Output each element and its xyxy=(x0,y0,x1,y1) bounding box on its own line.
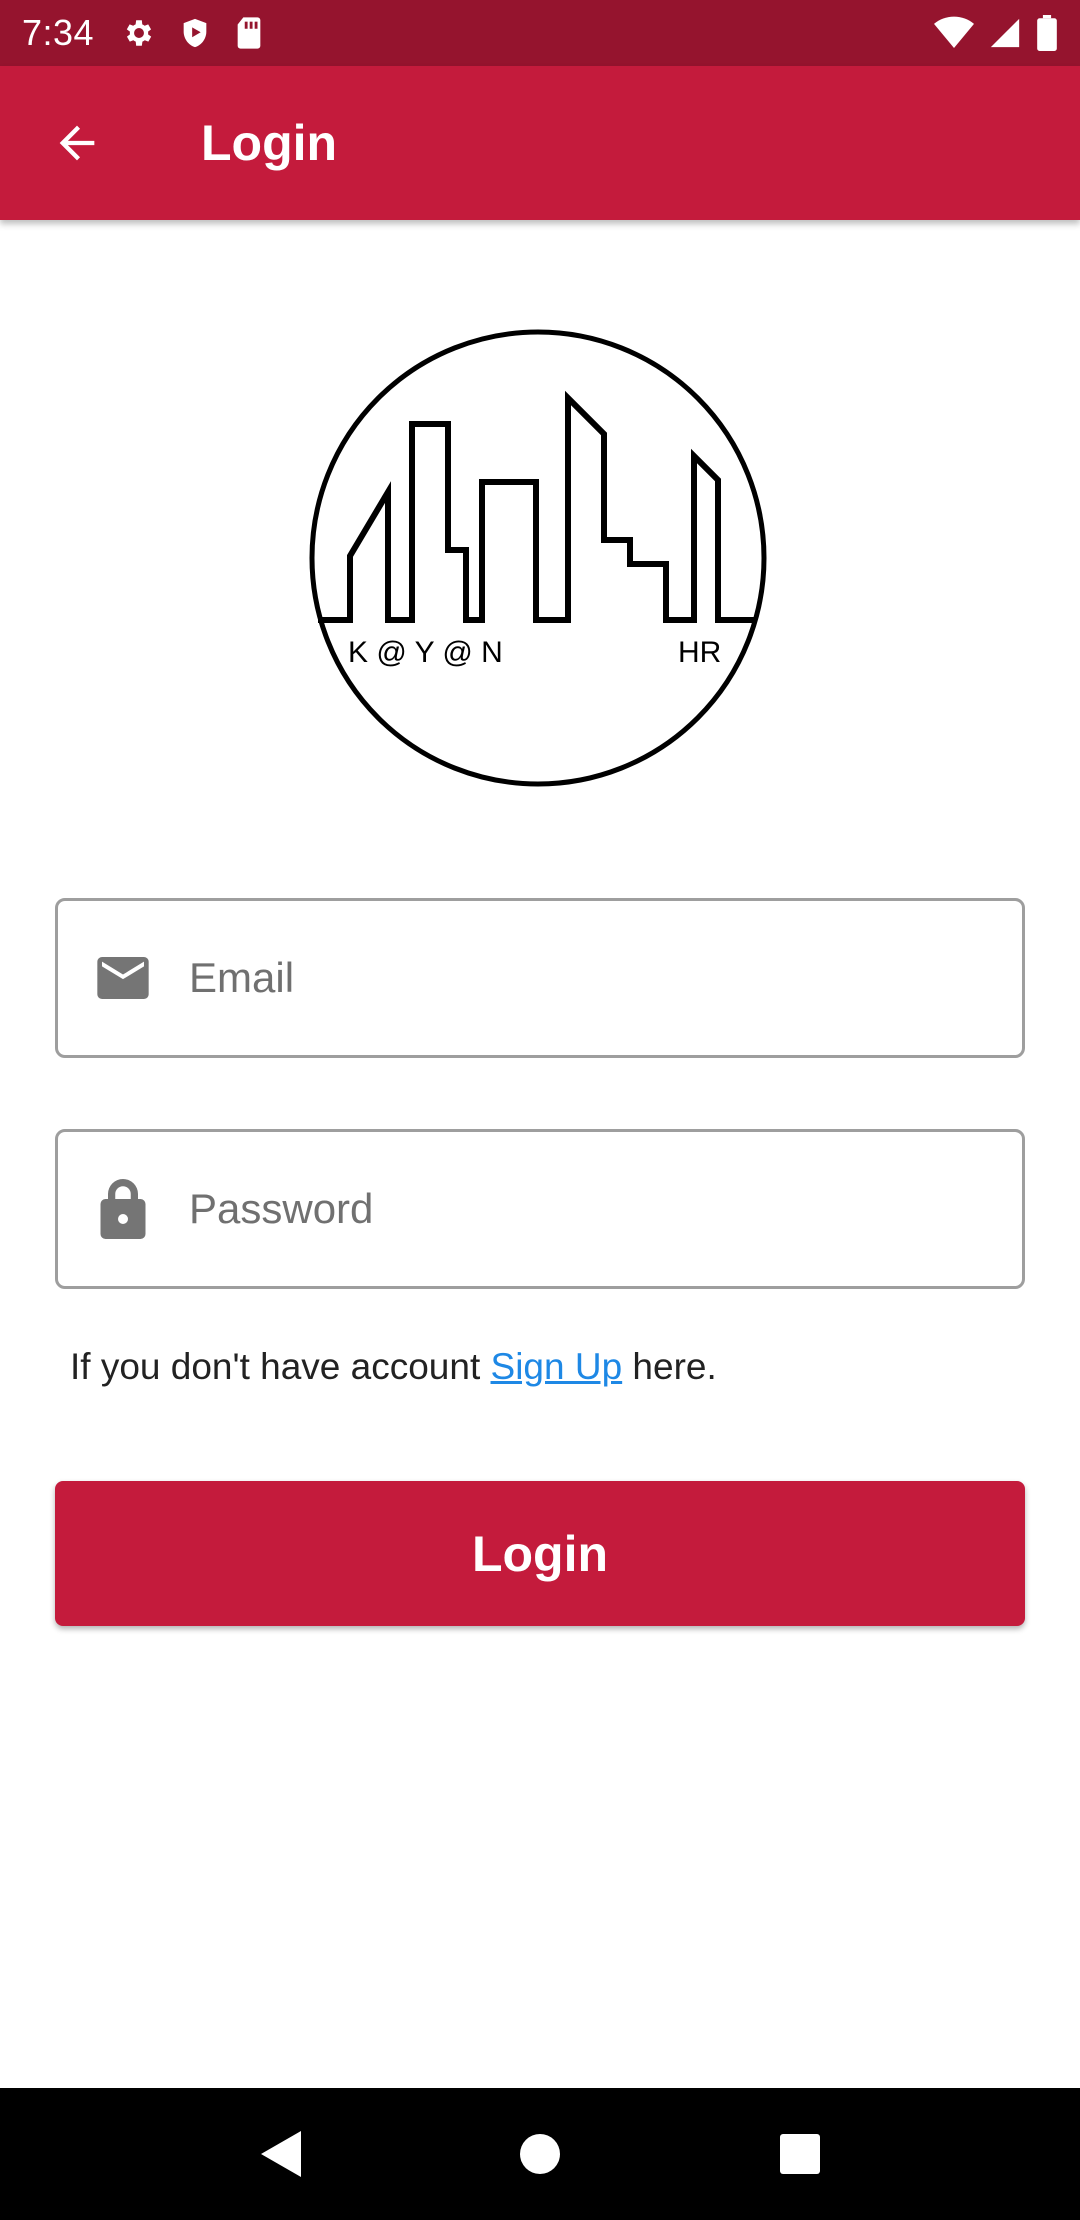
mail-icon xyxy=(95,950,151,1006)
login-button[interactable]: Login xyxy=(55,1481,1025,1626)
signup-prefix: If you don't have account xyxy=(70,1346,491,1387)
shield-play-icon xyxy=(178,16,212,50)
company-logo: K @ Y @ N HR xyxy=(306,326,770,790)
wifi-icon xyxy=(934,16,974,50)
status-notification-icons xyxy=(122,16,264,50)
sd-card-icon xyxy=(234,16,264,50)
signup-link[interactable]: Sign Up xyxy=(491,1346,623,1387)
back-triangle-icon xyxy=(261,2131,301,2177)
page-title: Login xyxy=(201,115,338,171)
app-bar: Login xyxy=(0,66,1080,220)
nav-recents-button[interactable] xyxy=(755,2109,845,2199)
email-input[interactable] xyxy=(189,928,1009,1028)
recents-square-icon xyxy=(780,2134,820,2174)
status-bar: 7:34 xyxy=(0,0,1080,66)
lock-icon xyxy=(95,1179,151,1239)
status-system-icons xyxy=(934,15,1058,51)
signup-suffix: here. xyxy=(622,1346,717,1387)
nav-home-button[interactable] xyxy=(495,2109,585,2199)
logo-text-kayan: K @ Y @ N xyxy=(348,636,503,669)
gear-icon xyxy=(122,16,156,50)
password-input[interactable] xyxy=(189,1159,1009,1259)
system-nav-bar xyxy=(0,2088,1080,2220)
arrow-back-icon xyxy=(59,125,95,161)
status-time: 7:34 xyxy=(22,12,95,53)
signup-prompt: If you don't have account Sign Up here. xyxy=(70,1346,717,1388)
nav-back-button[interactable] xyxy=(235,2109,325,2199)
home-circle-icon xyxy=(520,2134,560,2174)
logo-text-hr: HR xyxy=(678,636,721,669)
back-button[interactable] xyxy=(39,105,115,181)
password-field[interactable] xyxy=(55,1129,1025,1289)
cell-signal-icon xyxy=(988,16,1022,50)
battery-icon xyxy=(1036,15,1058,51)
email-field[interactable] xyxy=(55,898,1025,1058)
